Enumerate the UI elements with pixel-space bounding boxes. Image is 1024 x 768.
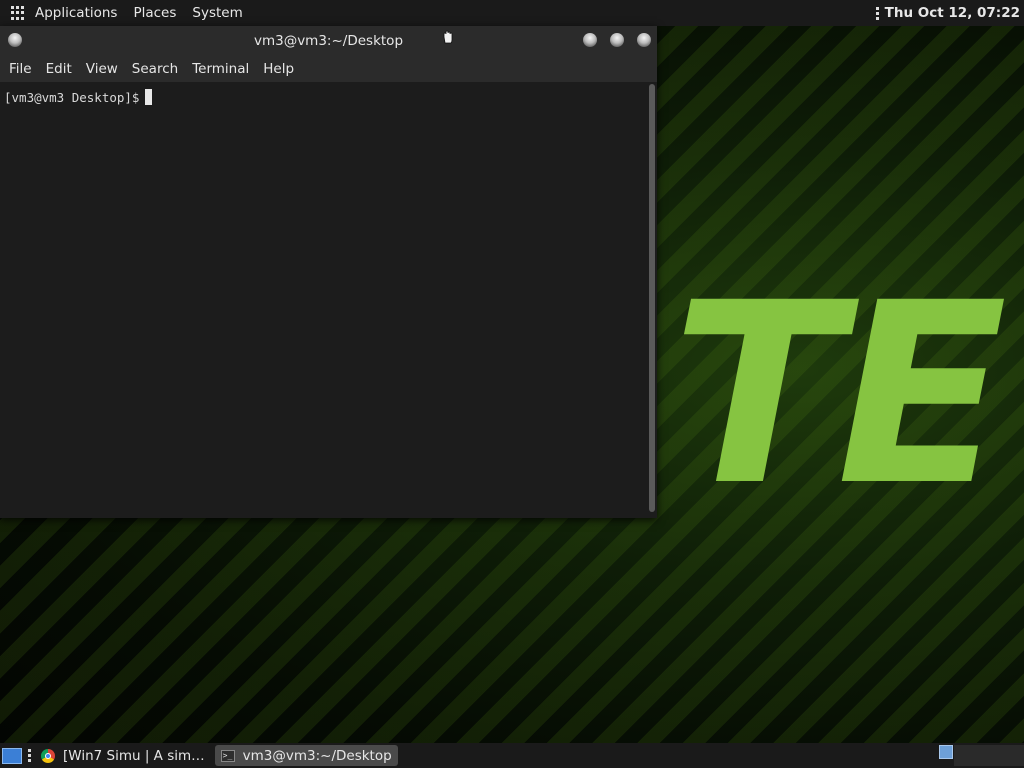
desktop: TE Applications Places System Thu Oct 12…	[0, 0, 1024, 768]
menu-search[interactable]: Search	[132, 61, 178, 77]
panel-handle-icon[interactable]	[875, 6, 879, 20]
workspace-switcher-1[interactable]	[939, 745, 953, 759]
show-desktop-icon[interactable]	[2, 747, 22, 764]
window-menu-button[interactable]	[8, 33, 22, 47]
terminal-icon: >_	[220, 749, 235, 762]
places-menu[interactable]: Places	[133, 5, 176, 21]
top-panel: Applications Places System Thu Oct 12, 0…	[0, 0, 1024, 26]
terminal-content[interactable]: [vm3@vm3 Desktop]$	[0, 82, 647, 518]
text-cursor	[145, 89, 153, 105]
menu-help[interactable]: Help	[263, 61, 294, 77]
menu-file[interactable]: File	[9, 61, 32, 77]
menu-view[interactable]: View	[86, 61, 118, 77]
clock[interactable]: Thu Oct 12, 07:22	[885, 5, 1020, 21]
maximize-button[interactable]	[610, 33, 624, 47]
panel-handle-icon[interactable]	[28, 749, 31, 762]
close-button[interactable]	[637, 33, 651, 47]
applications-grid-icon[interactable]	[11, 6, 25, 20]
taskbar-item-browser[interactable]: [Win7 Simu | A sim…	[35, 745, 211, 766]
menu-terminal[interactable]: Terminal	[192, 61, 249, 77]
window-title: vm3@vm3:~/Desktop	[253, 33, 404, 49]
terminal-window: vm3@vm3:~/Desktop File Edit View Search …	[0, 26, 657, 518]
wallpaper-logo-text: TE	[672, 249, 1007, 540]
system-menu[interactable]: System	[192, 5, 242, 21]
terminal-scrollbar[interactable]	[647, 82, 657, 518]
taskbar-item-label: vm3@vm3:~/Desktop	[242, 747, 392, 764]
scrollbar-thumb[interactable]	[649, 84, 655, 512]
workspace-switcher-2[interactable]	[954, 745, 1024, 766]
menu-edit[interactable]: Edit	[46, 61, 72, 77]
bottom-panel: [Win7 Simu | A sim… >_ vm3@vm3:~/Desktop	[0, 743, 1024, 768]
top-panel-right: Thu Oct 12, 07:22	[875, 0, 1020, 26]
applications-menu[interactable]: Applications	[35, 5, 117, 21]
window-titlebar[interactable]: vm3@vm3:~/Desktop	[0, 26, 657, 56]
hand-cursor-icon	[443, 30, 453, 44]
taskbar-item-terminal[interactable]: >_ vm3@vm3:~/Desktop	[214, 745, 398, 766]
chrome-icon	[41, 748, 55, 763]
terminal-menubar: File Edit View Search Terminal Help	[0, 56, 657, 82]
minimize-button[interactable]	[583, 33, 597, 47]
taskbar-item-label: [Win7 Simu | A sim…	[63, 747, 205, 764]
shell-prompt: [vm3@vm3 Desktop]$	[4, 90, 140, 105]
